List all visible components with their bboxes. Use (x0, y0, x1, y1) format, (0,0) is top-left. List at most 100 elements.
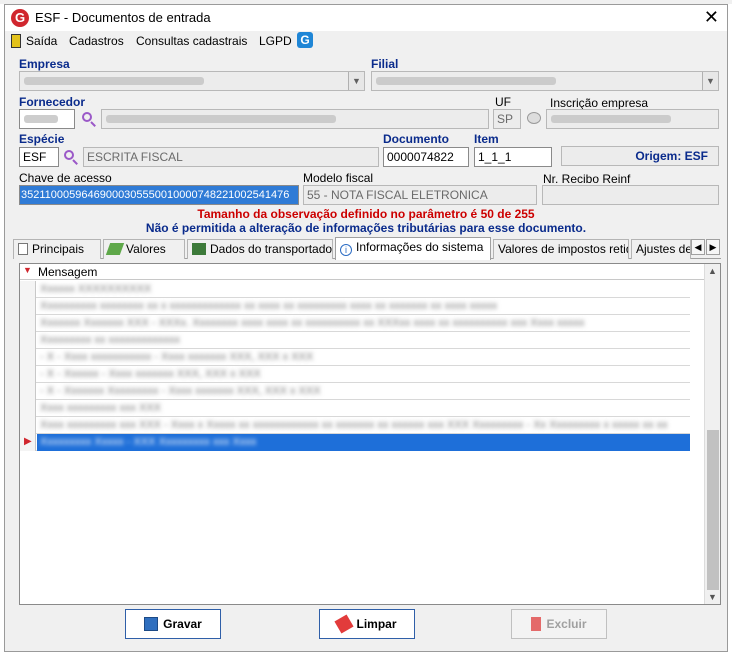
mensagem-text: Xxxx xxxxxxxxx xxx XXX (40, 402, 162, 414)
especie-search-icon[interactable] (63, 149, 79, 165)
table-row[interactable]: Xxxx xxxxxxxxx xxx XXX (20, 400, 690, 417)
grid-header: ▼ Mensagem (20, 264, 704, 280)
mensagem-text: - X - Xxxxxx - Xxxx xxxxxxx XXX, XXX x X… (40, 368, 261, 380)
gravar-button[interactable]: Gravar (125, 609, 221, 639)
mensagem-cell[interactable]: Xxxxxxxxxx xxxxxxxx xx x xxxxxxxxxxxxx x… (37, 298, 690, 315)
mensagem-cell[interactable]: Xxxxxxx Xxxxxxx XXX - XXXx. Xxxxxxxx xxx… (37, 315, 690, 332)
menu-lgpd[interactable]: LGPD (259, 34, 292, 48)
table-row[interactable]: - X - Xxxx xxxxxxxxxxx - Xxxx xxxxxxx XX… (20, 349, 690, 366)
mensagem-cell[interactable]: Xxxx xxxxxxxxx xxx XXX - Xxxx x Xxxxx xx… (37, 417, 690, 434)
item-label: Item (474, 132, 499, 146)
empresa-label: Empresa (19, 57, 70, 71)
mensagem-cell[interactable]: - X - Xxxxxx - Xxxx xxxxxxx XXX, XXX x X… (37, 366, 690, 383)
row-indicator[interactable] (20, 366, 36, 383)
mensagem-cell[interactable]: - X - Xxxxxxx Xxxxxxxxx - Xxxx xxxxxxx X… (37, 383, 690, 400)
row-indicator[interactable] (20, 298, 36, 315)
fornecedor-name-field (101, 109, 489, 129)
table-row[interactable]: Xxxxxx XXXXXXXXXX (20, 281, 690, 298)
empresa-select[interactable]: ▼ (19, 71, 365, 91)
tab-informacoes-sistema[interactable]: i Informações do sistema (335, 237, 491, 260)
menu-cadastros[interactable]: Cadastros (69, 34, 124, 48)
row-indicator[interactable] (20, 417, 36, 434)
filial-select[interactable]: ▼ (371, 71, 719, 91)
tab-dados-transportador-label: Dados do transportador (210, 242, 333, 256)
money-icon (105, 243, 125, 255)
especie-code-input[interactable]: ESF (19, 147, 59, 167)
table-row[interactable]: ▶ Xxxxxxxxx Xxxxx - XXX Xxxxxxxxx xxx Xxx… (20, 434, 690, 451)
fornecedor-code-input[interactable] (19, 109, 75, 129)
table-row[interactable]: - X - Xxxxxx - Xxxx xxxxxxx XXX, XXX x X… (20, 366, 690, 383)
info-message: Não é permitida a alteração de informaçõ… (145, 221, 587, 235)
mensagem-text: - X - Xxxxxxx Xxxxxxxxx - Xxxx xxxxxxx X… (40, 385, 321, 397)
tab-informacoes-sistema-label: Informações do sistema (356, 240, 484, 254)
documento-input[interactable]: 0000074822 (383, 147, 469, 167)
limpar-button[interactable]: Limpar (319, 609, 415, 639)
scroll-up-icon[interactable]: ▲ (708, 266, 717, 276)
warning-message: Tamanho da observação definido no parâme… (197, 207, 535, 221)
tab-valores-impostos-retidos[interactable]: Valores de impostos retidos (493, 239, 629, 259)
vertical-scrollbar[interactable]: ▲ ▼ (704, 264, 720, 604)
modelo-label: Modelo fiscal (303, 171, 374, 185)
recibo-label: Nr. Recibo Reinf (543, 172, 631, 186)
row-indicator[interactable] (20, 332, 36, 349)
stack-icon (527, 112, 541, 124)
excluir-label: Excluir (546, 617, 587, 631)
table-row[interactable]: Xxxxxxxxxx xxxxxxxx xx x xxxxxxxxxxxxx x… (20, 298, 690, 315)
row-indicator[interactable] (20, 400, 36, 417)
filial-redacted-value (376, 77, 556, 85)
row-indicator[interactable] (20, 349, 36, 366)
app-logo-icon: G (11, 9, 29, 27)
mensagem-cell[interactable]: Xxxxxxxxx xx xxxxxxxxxxxxx (37, 332, 690, 349)
tab-valores-impostos-retidos-label: Valores de impostos retidos (498, 242, 628, 256)
scrollbar-thumb[interactable] (707, 430, 719, 590)
tab-scroll-right-icon[interactable]: ▶ (706, 239, 720, 255)
row-indicator[interactable]: ▶ (20, 434, 36, 451)
table-row[interactable]: Xxxx xxxxxxxxx xxx XXX - Xxxx x Xxxxx xx… (20, 417, 690, 434)
column-header-mensagem[interactable]: Mensagem (38, 265, 97, 279)
scroll-down-icon[interactable]: ▼ (708, 592, 717, 602)
menu-consultas-cadastrais[interactable]: Consultas cadastrais (136, 34, 247, 48)
mensagem-cell[interactable]: Xxxxxx XXXXXXXXXX (37, 281, 690, 298)
tab-principais-label: Principais (32, 242, 85, 256)
mensagem-cell[interactable]: - X - Xxxx xxxxxxxxxxx - Xxxx xxxxxxx XX… (37, 349, 690, 366)
lgpd-g-icon[interactable]: G (297, 32, 313, 48)
mensagem-cell[interactable]: Xxxxxxxxx Xxxxx - XXX Xxxxxxxxx xxx Xxxx (37, 434, 690, 451)
chevron-down-icon[interactable]: ▼ (702, 72, 718, 90)
row-indicator[interactable] (20, 383, 36, 400)
fornecedor-search-icon[interactable] (81, 111, 97, 127)
row-indicator[interactable] (20, 281, 36, 298)
tab-dados-transportador[interactable]: Dados do transportador (187, 239, 333, 259)
recibo-reinf-field (542, 185, 719, 205)
tab-strip: Principais Valores Dados do transportado… (13, 237, 721, 260)
menu-saida[interactable]: Saída (26, 34, 57, 48)
document-icon (18, 243, 28, 255)
uf-label: UF (495, 95, 511, 109)
chave-acesso-input[interactable]: 3521100059646900030555001000074822100254… (19, 185, 299, 205)
truck-icon (192, 243, 206, 255)
eraser-icon (334, 614, 355, 634)
mensagem-text: Xxxxxxx Xxxxxxx XXX - XXXx. Xxxxxxxx xxx… (40, 317, 585, 329)
mensagem-cell[interactable]: Xxxx xxxxxxxxx xxx XXX (37, 400, 690, 417)
row-indicator[interactable] (20, 315, 36, 332)
mensagem-text: Xxxxxxxxx Xxxxx - XXX Xxxxxxxxx xxx Xxxx (40, 436, 257, 448)
title-bar: G ESF - Documentos de entrada ✕ (5, 5, 727, 31)
close-button[interactable]: ✕ (704, 7, 719, 27)
main-window: G ESF - Documentos de entrada ✕ Saída Ca… (4, 4, 728, 652)
save-floppy-icon (144, 617, 159, 631)
inscricao-field (546, 109, 719, 129)
tab-ajustes[interactable]: Ajustes de (631, 239, 691, 259)
tab-scroll-left-icon[interactable]: ◀ (691, 239, 705, 255)
especie-description-field: ESCRITA FISCAL (83, 147, 379, 167)
chevron-down-icon[interactable]: ▼ (348, 72, 364, 90)
excluir-button[interactable]: Excluir (511, 609, 607, 639)
sort-down-icon[interactable]: ▼ (23, 265, 32, 275)
tab-valores[interactable]: Valores (103, 239, 185, 259)
empresa-redacted-value (24, 77, 204, 85)
tab-valores-label: Valores (126, 242, 166, 256)
table-row[interactable]: Xxxxxxx Xxxxxxx XXX - XXXx. Xxxxxxxx xxx… (20, 315, 690, 332)
table-row[interactable]: - X - Xxxxxxx Xxxxxxxxx - Xxxx xxxxxxx X… (20, 383, 690, 400)
table-row[interactable]: Xxxxxxxxx xx xxxxxxxxxxxxx (20, 332, 690, 349)
mensagem-text: Xxxxxx XXXXXXXXXX (40, 283, 152, 295)
item-input[interactable]: 1_1_1 (474, 147, 552, 167)
tab-principais[interactable]: Principais (13, 239, 101, 259)
